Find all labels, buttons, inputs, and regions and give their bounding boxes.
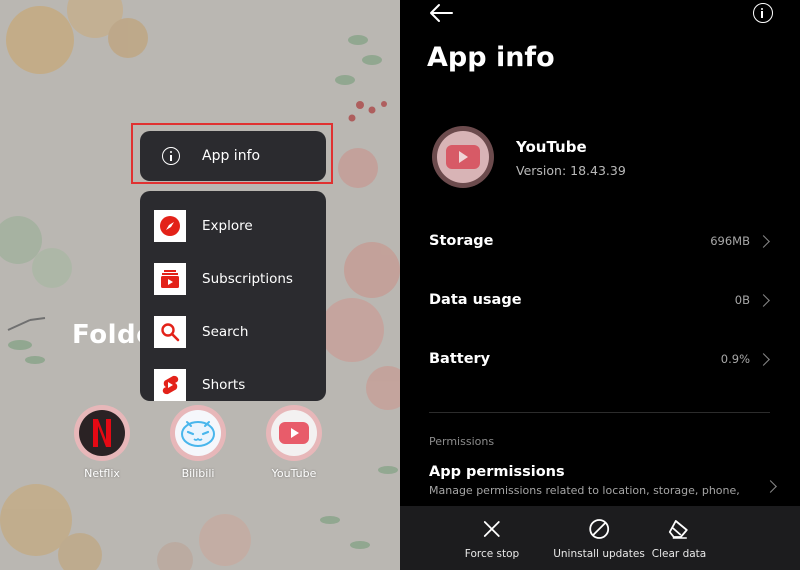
storage-row[interactable]: Storage 696MB xyxy=(429,229,771,253)
app-version: Version: 18.43.39 xyxy=(516,163,626,178)
section-label: Permissions xyxy=(429,435,495,448)
chevron-right-icon xyxy=(764,480,777,493)
divider xyxy=(429,412,770,413)
subscriptions-icon xyxy=(154,262,186,295)
info-icon[interactable] xyxy=(753,3,773,23)
shortcut-search[interactable]: Search xyxy=(140,305,326,358)
row-value: 0.9% xyxy=(720,352,750,366)
shortcut-label: Subscriptions xyxy=(202,270,293,287)
chevron-right-icon xyxy=(757,293,770,307)
action-label: Force stop xyxy=(464,548,520,560)
search-icon xyxy=(154,315,186,348)
row-label: Storage xyxy=(429,233,494,249)
app-permissions-row[interactable]: App permissions xyxy=(429,464,565,480)
shortcut-label: Search xyxy=(202,323,249,340)
row-value: 0B xyxy=(734,293,750,307)
eraser-icon xyxy=(668,518,690,540)
youtube-icon xyxy=(271,410,317,456)
youtube-icon xyxy=(432,126,494,188)
action-label: Clear data xyxy=(651,548,707,560)
netflix-icon xyxy=(79,410,125,456)
clear-data-button[interactable]: Clear data xyxy=(652,518,706,560)
app-info-screen: App info YouTube Version: 18.43.39 Stora… xyxy=(400,0,800,570)
app-bilibili[interactable]: Bilibili xyxy=(168,405,228,480)
chevron-right-icon xyxy=(757,234,770,248)
row-label: Data usage xyxy=(429,292,522,308)
app-header: YouTube Version: 18.43.39 xyxy=(430,124,790,194)
app-youtube[interactable]: YouTube xyxy=(264,405,324,480)
shortcut-explore[interactable]: Explore xyxy=(140,199,326,252)
highlight-box xyxy=(131,123,333,184)
bilibili-icon xyxy=(175,410,221,456)
shortcut-label: Shorts xyxy=(202,376,246,393)
app-netflix[interactable]: Netflix xyxy=(72,405,132,480)
app-name: YouTube xyxy=(516,138,587,156)
app-row: Netflix Bilibili YouTube xyxy=(0,405,400,485)
data-usage-row[interactable]: Data usage 0B xyxy=(429,288,771,312)
page-title: App info xyxy=(427,42,555,73)
uninstall-updates-button[interactable]: Uninstall updates xyxy=(553,518,645,560)
app-label: Netflix xyxy=(84,467,120,480)
shortcut-label: Explore xyxy=(202,217,253,234)
shortcut-menu: Explore Subscriptions Search Shorts xyxy=(140,191,326,401)
shortcut-subscriptions[interactable]: Subscriptions xyxy=(140,252,326,305)
shorts-icon xyxy=(154,368,186,401)
close-icon xyxy=(481,518,503,540)
home-screen: Folde App info Explore Subscriptions Sea… xyxy=(0,0,400,570)
app-permissions-description: Manage permissions related to location, … xyxy=(429,484,740,497)
compass-icon xyxy=(154,209,186,242)
chevron-right-icon xyxy=(757,352,770,366)
action-bar: Force stop Uninstall updates Clear data xyxy=(400,506,800,570)
force-stop-button[interactable]: Force stop xyxy=(465,518,519,560)
app-label: YouTube xyxy=(271,467,317,480)
back-arrow-icon[interactable] xyxy=(428,2,454,24)
battery-row[interactable]: Battery 0.9% xyxy=(429,347,771,371)
block-icon xyxy=(588,518,610,540)
app-label: Bilibili xyxy=(181,467,215,480)
shortcut-shorts[interactable]: Shorts xyxy=(140,358,326,411)
row-value: 696MB xyxy=(710,234,750,248)
action-label: Uninstall updates xyxy=(553,548,645,560)
row-label: Battery xyxy=(429,351,491,367)
